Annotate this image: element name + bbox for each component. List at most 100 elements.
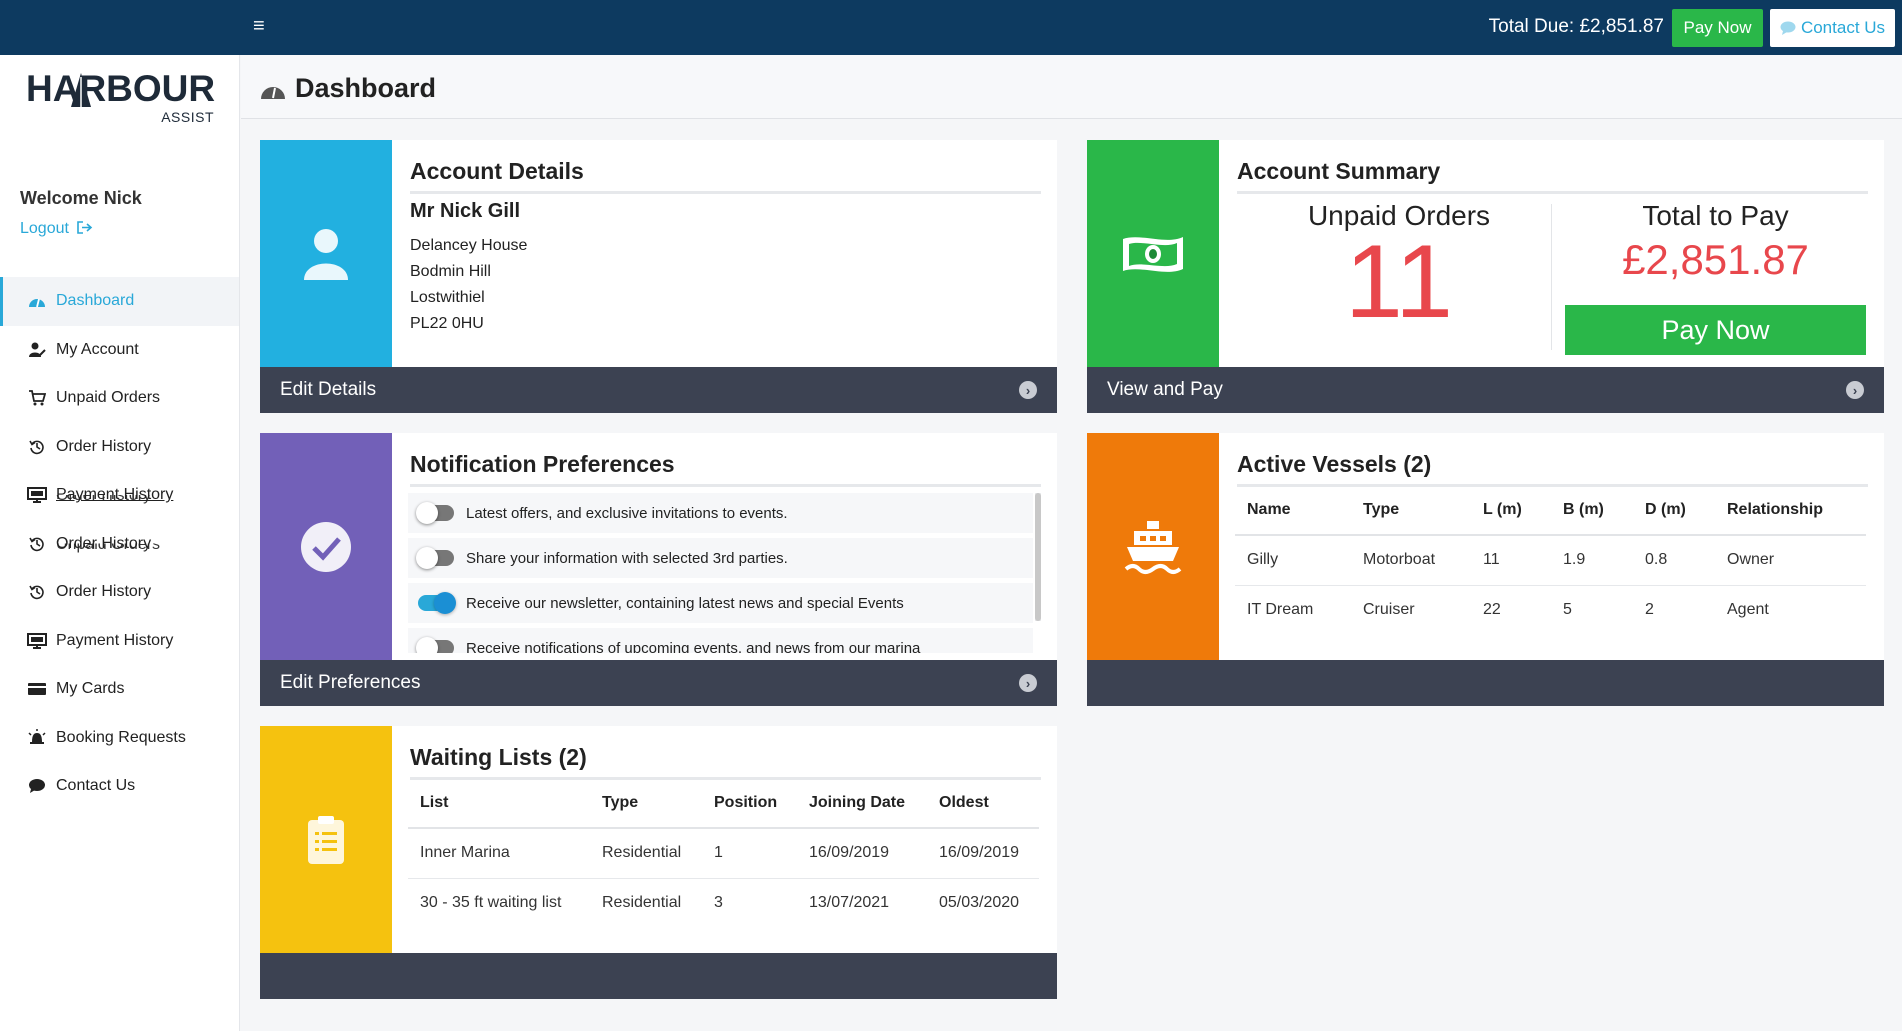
view-and-pay-footer[interactable]: View and Pay › <box>1087 367 1884 413</box>
notification-heading: Notification Preferences <box>410 451 1041 487</box>
column-header: L (m) <box>1471 485 1551 536</box>
table-row[interactable]: IT Dream Cruiser 22 5 2 Agent <box>1235 585 1866 635</box>
history-icon <box>26 583 48 601</box>
logout-link[interactable]: Logout <box>20 220 93 238</box>
edit-preferences-label: Edit Preferences <box>280 672 421 693</box>
contact-us-label: Contact Us <box>1800 18 1886 37</box>
logo-sail-icon <box>71 73 91 107</box>
table-cell: 1.9 <box>1551 535 1633 586</box>
table-header-row: List Type Position Joining Date Oldest <box>408 778 1039 829</box>
table-cell: Residential <box>602 894 682 912</box>
boat-icon <box>1124 520 1182 574</box>
chevron-right-icon: › <box>1846 381 1864 399</box>
table-cell: 3 <box>714 894 723 912</box>
sidebar-item-payment-history-2[interactable]: Payment History <box>0 617 239 666</box>
table-row[interactable]: 30 - 35 ft waiting list Residential 3 13… <box>408 878 1039 928</box>
vessels-table: Name Type L (m) B (m) D (m) Relationship… <box>1235 485 1866 635</box>
table-cell: 22 <box>1483 601 1501 619</box>
table-row[interactable]: Gilly Motorboat 11 1.9 0.8 Owner <box>1235 535 1866 586</box>
total-due-label: Total Due: £2,851.87 <box>1488 16 1664 37</box>
summary-divider <box>1551 204 1552 350</box>
edit-preferences-footer[interactable]: Edit Preferences › <box>260 660 1057 706</box>
hamburger-menu-icon[interactable]: ≡ <box>253 15 265 37</box>
cart-icon <box>26 389 48 407</box>
sidebar-item-order-history-2[interactable]: Order History Unpaid Orders <box>0 520 239 569</box>
notification-toggle[interactable] <box>416 502 454 524</box>
account-summary-body: Account Summary Unpaid Orders 11 Total t… <box>1219 140 1884 367</box>
table-row[interactable]: Inner Marina Residential 1 16/09/2019 16… <box>408 828 1039 879</box>
notification-toggle[interactable] <box>418 592 456 614</box>
total-to-pay-label: Total to Pay <box>1642 200 1789 231</box>
logout-label: Logout <box>20 220 69 237</box>
sidebar-item-label: Order History <box>56 437 152 455</box>
sidebar-item-label: Order History <box>56 583 152 601</box>
notification-row: Latest offers, and exclusive invitations… <box>408 493 1033 533</box>
table-cell: 0.8 <box>1633 535 1715 586</box>
total-to-pay-summary: Total to Pay £2,851.87 <box>1565 200 1866 284</box>
notification-toggle[interactable] <box>416 547 454 569</box>
address-line: PL22 0HU <box>410 315 484 332</box>
column-header: Oldest <box>927 778 1039 829</box>
sidebar-item-contact-us[interactable]: Contact Us <box>0 762 239 811</box>
sidebar-item-dashboard[interactable]: Dashboard <box>0 277 239 326</box>
column-header: Name <box>1235 485 1351 536</box>
table-cell: Motorboat <box>1351 535 1471 586</box>
account-details-body: Account Details Mr Nick Gill Delancey Ho… <box>392 140 1057 367</box>
waiting-lists-accent <box>260 726 392 953</box>
pay-now-large-button[interactable]: Pay Now <box>1565 305 1866 355</box>
notification-text: Latest offers, and exclusive invitations… <box>466 504 788 522</box>
dashboard-icon <box>26 292 48 310</box>
sidebar-item-my-account[interactable]: My Account <box>0 326 239 375</box>
address-line: Bodmin Hill <box>410 263 491 280</box>
chat-bubble-icon <box>1780 21 1796 35</box>
table-cell: Residential <box>590 828 702 879</box>
dashboard-gauge-icon <box>261 87 285 99</box>
table-cell: 05/03/2020 <box>939 894 1020 912</box>
sidebar: HARBOUR ASSIST Welcome Nick Logout Dashb… <box>0 55 240 1031</box>
chat-icon <box>26 777 48 795</box>
account-details-heading: Account Details <box>410 158 1041 194</box>
pay-now-button[interactable]: Pay Now <box>1672 9 1763 47</box>
edit-details-footer[interactable]: Edit Details › <box>260 367 1057 413</box>
view-and-pay-label: View and Pay <box>1107 379 1223 400</box>
notification-scrollbar-thumb[interactable] <box>1035 493 1041 621</box>
address-block: Mr Nick Gill Delancey House Bodmin Hill … <box>410 200 527 337</box>
notification-body: Notification Preferences Latest offers, … <box>392 433 1057 660</box>
sidebar-item-label: Payment History <box>56 631 174 649</box>
account-details-card: Account Details Mr Nick Gill Delancey Ho… <box>260 140 1057 413</box>
waiting-lists-heading: Waiting Lists (2) <box>410 744 1041 780</box>
sidebar-item-booking-requests[interactable]: Booking Requests <box>0 714 239 763</box>
notification-accent <box>260 433 392 660</box>
logo-text: HARBOUR <box>26 68 216 109</box>
harbour-assist-logo[interactable]: HARBOUR ASSIST <box>26 69 216 129</box>
column-header: List <box>408 778 590 829</box>
sidebar-item-label: My Cards <box>56 680 125 698</box>
waiting-lists-body: Waiting Lists (2) List Type Position Joi… <box>392 726 1057 953</box>
money-icon <box>1123 236 1183 272</box>
table-header-row: Name Type L (m) B (m) D (m) Relationship <box>1235 485 1866 536</box>
vessels-body: Active Vessels (2) Name Type L (m) B (m)… <box>1219 433 1884 660</box>
table-cell: 11 <box>1471 535 1551 586</box>
sidebar-item-my-cards[interactable]: My Cards <box>0 665 239 714</box>
column-header: Type <box>590 778 702 829</box>
sidebar-item-order-history[interactable]: Order History <box>0 423 239 472</box>
contact-us-button[interactable]: Contact Us <box>1770 9 1895 47</box>
table-cell: 16/09/2019 <box>927 828 1039 879</box>
check-circle-icon <box>301 521 351 572</box>
sidebar-item-payment-history[interactable]: Payment History Order History <box>0 471 239 520</box>
table-cell: 16/09/2019 <box>797 828 927 879</box>
sidebar-item-order-history-3[interactable]: Order History <box>0 568 239 617</box>
card-icon <box>26 680 48 698</box>
chevron-right-icon: › <box>1019 381 1037 399</box>
sidebar-item-unpaid-orders[interactable]: Unpaid Orders <box>0 374 239 423</box>
top-bar: ≡ Total Due: £2,851.87 Pay Now Contact U… <box>0 0 1902 55</box>
bell-icon <box>26 728 48 747</box>
column-header: Relationship <box>1715 485 1866 536</box>
notification-toggle[interactable] <box>416 637 454 653</box>
address-line: Lostwithiel <box>410 289 485 306</box>
table-cell: Agent <box>1727 601 1769 619</box>
notification-row: Receive our newsletter, containing lates… <box>408 583 1033 623</box>
notification-preferences-card: Notification Preferences Latest offers, … <box>260 433 1057 706</box>
notification-row: Receive notifications of upcoming events… <box>408 628 1033 653</box>
sidebar-item-label: Booking Requests <box>56 728 186 746</box>
